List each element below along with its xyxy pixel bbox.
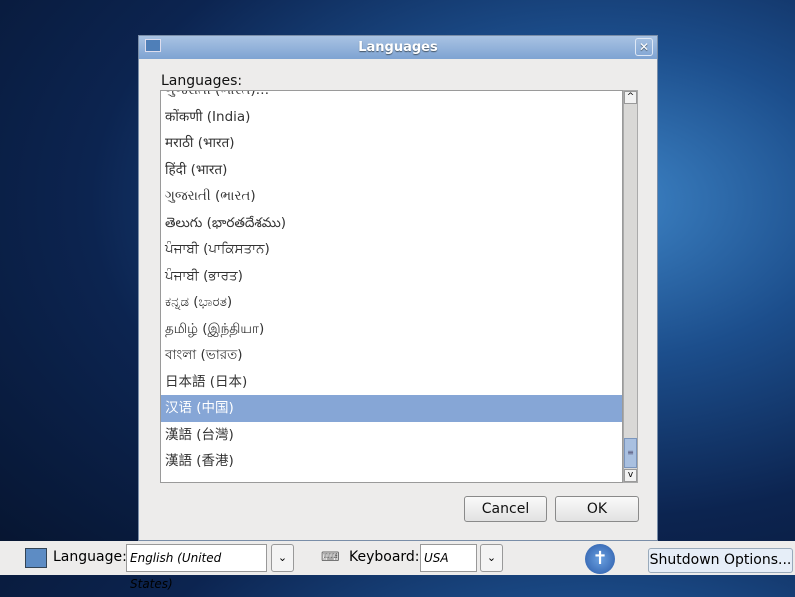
language-flag-icon bbox=[25, 548, 47, 568]
keyboard-label: Keyboard: bbox=[349, 549, 420, 565]
ok-button[interactable]: OK bbox=[555, 496, 639, 522]
list-item[interactable]: தமிழ் (இந்தியா) bbox=[161, 316, 622, 343]
keyboard-icon: ⌨ bbox=[321, 550, 340, 565]
cancel-button[interactable]: Cancel bbox=[464, 496, 547, 522]
accessibility-icon[interactable]: ✝ bbox=[585, 544, 615, 574]
scrollbar[interactable]: ^ ≡ v bbox=[623, 90, 638, 483]
language-combo[interactable]: English (United States) bbox=[126, 544, 267, 591]
dialog-title: Languages bbox=[358, 40, 438, 55]
list-item[interactable]: বাংলা (ভারত) bbox=[161, 342, 622, 369]
scroll-down-icon[interactable]: v bbox=[624, 469, 637, 482]
close-icon[interactable]: ✕ bbox=[635, 38, 653, 56]
flag-icon bbox=[145, 39, 161, 52]
language-list[interactable]: ગુજરાતી (ભારત)… कोंकणी (India) मराठी (भारत… bbox=[160, 90, 623, 483]
list-item[interactable]: 漢語 (台灣) bbox=[161, 422, 622, 449]
list-item[interactable]: ગુજરાતી (ભારત)… bbox=[161, 91, 622, 104]
language-label: Language: bbox=[53, 549, 127, 565]
list-item[interactable]: తెలుగు (భారతదేశము) bbox=[161, 210, 622, 237]
list-item[interactable]: ਪੰਜਾਬੀ (ਭਾਰਤ) bbox=[161, 263, 622, 290]
languages-label: Languages: bbox=[161, 73, 243, 89]
list-item[interactable]: ಕನ್ನಡ (ಭಾರತ) bbox=[161, 289, 622, 316]
scroll-up-icon[interactable]: ^ bbox=[624, 91, 637, 104]
list-item[interactable]: ਪੰਜਾਬੀ (ਪਾਕਿਸਤਾਨ) bbox=[161, 236, 622, 263]
language-dropdown-icon[interactable]: ⌄ bbox=[271, 544, 294, 572]
keyboard-combo[interactable]: USA bbox=[420, 544, 477, 572]
list-item[interactable]: हिंदी (भारत) bbox=[161, 157, 622, 184]
bottom-panel: Language: English (United States) ⌄ ⌨ Ke… bbox=[0, 541, 795, 591]
list-item[interactable]: 漢語 (香港) bbox=[161, 448, 622, 475]
list-item[interactable]: कोंकणी (India) bbox=[161, 104, 622, 131]
scroll-thumb[interactable]: ≡ bbox=[624, 438, 637, 468]
list-item[interactable]: 日本語 (日本) bbox=[161, 369, 622, 396]
shutdown-options-button[interactable]: Shutdown Options... bbox=[648, 548, 793, 573]
list-item[interactable]: ગુજરાતી (ભારત) bbox=[161, 183, 622, 210]
languages-dialog: Languages ✕ Languages: ગુજરાતી (ભારત)… को… bbox=[138, 35, 658, 541]
keyboard-dropdown-icon[interactable]: ⌄ bbox=[480, 544, 503, 572]
list-item[interactable]: 汉语 (中国) bbox=[161, 395, 622, 422]
title-bar: Languages ✕ bbox=[139, 36, 657, 59]
list-item[interactable]: मराठी (भारत) bbox=[161, 130, 622, 157]
